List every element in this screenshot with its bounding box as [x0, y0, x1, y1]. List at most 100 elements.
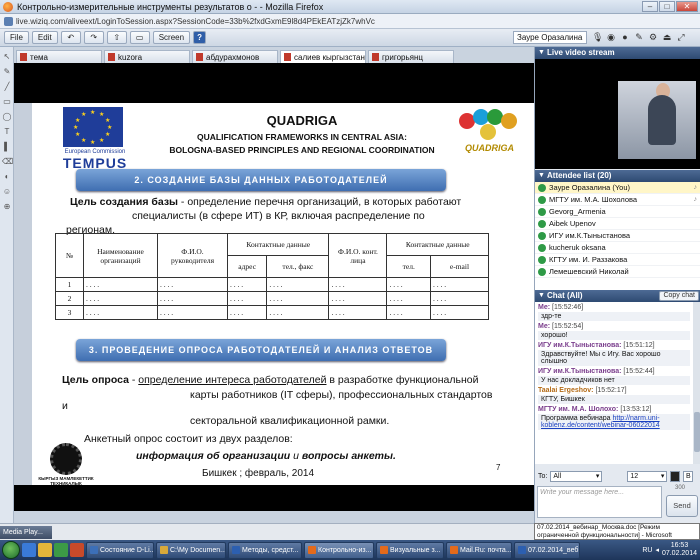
edit-menu-button[interactable]: Edit — [31, 31, 58, 44]
table-row: 1 . . . . . . . . . . . . . . . . . . . … — [55, 277, 490, 292]
attendee-item[interactable]: Лемешевский Николай — [535, 266, 700, 278]
window-controls: – □ ✕ — [642, 1, 698, 12]
collapse-icon[interactable]: ▼ — [538, 170, 545, 182]
smiley-icon[interactable]: ☺ — [2, 186, 12, 197]
attendee-item[interactable]: Зауре Оразалина (You) ♪ — [535, 182, 700, 194]
chat-scrollbar[interactable] — [693, 302, 700, 464]
pdf-icon — [284, 53, 291, 61]
tab-abdurakhmonov[interactable]: абдурахмонов — [192, 50, 278, 63]
taskbar-item[interactable]: 07.02.2014_веб... — [514, 541, 580, 559]
mic-icon: ♪ — [693, 184, 698, 191]
recipient-select[interactable]: All — [550, 470, 603, 482]
zoom-icon[interactable]: ⊕ — [2, 201, 12, 212]
attendee-item[interactable]: kucheruk oksana — [535, 242, 700, 254]
text-icon[interactable]: T — [2, 126, 12, 137]
ellipse-icon[interactable]: ◯ — [2, 111, 12, 122]
windows-taskbar: Состояние D-Li... C:\My Documen... Метод… — [0, 540, 700, 560]
eraser-icon[interactable]: ⌫ — [2, 156, 13, 167]
ie-icon[interactable] — [22, 543, 36, 557]
url-text: live.wiziq.com/aliveext/LoginToSession.a… — [16, 16, 375, 26]
chat-messages: Me: [15:52:46] здр-те Me: [15:52:54] хор… — [535, 302, 693, 464]
mic-icon[interactable]: 🎙 — [592, 32, 603, 43]
start-button[interactable] — [2, 541, 20, 559]
webcam-icon[interactable]: ◉ — [606, 32, 616, 43]
quadriga-logo: QUADRIGA — [457, 109, 527, 163]
attendee-item[interactable]: ИГУ им.К.Тыныстанова — [535, 230, 700, 242]
chat-message: Taalai Ergeshov: [15:52:17] КГТУ, Бишкек — [538, 387, 690, 404]
file-menu-button[interactable]: File — [4, 31, 29, 44]
collapse-icon[interactable]: ▼ — [538, 290, 545, 302]
taskbar-item[interactable]: Состояние D-Li... — [86, 541, 154, 559]
tab-saliev[interactable]: салиев кыргызстан× — [280, 50, 366, 63]
attendee-item[interactable]: МГТУ им. М.А. Шохолова ♪ — [535, 194, 700, 206]
language-indicator[interactable]: RU — [642, 547, 652, 554]
undo-icon[interactable]: ↶ — [60, 31, 81, 44]
text-color-icon[interactable] — [670, 470, 681, 482]
highlighter-icon[interactable]: ▌ — [2, 141, 12, 152]
maximize-button[interactable]: □ — [659, 1, 675, 12]
pointer-icon[interactable]: ↖ — [2, 51, 12, 62]
chat-message: Me: [15:52:46] здр-те — [538, 304, 690, 321]
exit-icon[interactable]: ⏏ — [662, 32, 672, 43]
explorer-icon[interactable] — [38, 543, 52, 557]
th-director: Ф.И.О. руководителя — [157, 233, 228, 278]
volume-icon[interactable]: ◂ — [655, 546, 659, 554]
chat-header[interactable]: ▼ Chat (All) Copy chat — [535, 290, 700, 302]
redo-icon[interactable]: ↷ — [83, 31, 104, 44]
user-icon — [538, 231, 546, 240]
tab-grigoryants[interactable]: григорьянц — [368, 50, 454, 63]
record-icon[interactable]: ● — [620, 32, 630, 43]
close-button[interactable]: ✕ — [676, 1, 698, 12]
goal-paragraph: Цель создания базы - определение перечня… — [70, 195, 510, 209]
attendee-list-header[interactable]: ▼ Attendee list (20) — [535, 170, 700, 182]
send-button[interactable]: Send — [666, 495, 698, 517]
goal-label: Цель создания базы — [70, 196, 178, 208]
video-panel-header[interactable]: ▼ Live video stream — [535, 47, 700, 59]
image-icon[interactable]: ▭ — [129, 31, 150, 44]
media-icon[interactable] — [54, 543, 68, 557]
attendee-item[interactable]: Gevorg_Armenia — [535, 206, 700, 218]
taskbar-item[interactable]: Визуальные з... — [376, 541, 444, 559]
clock[interactable]: 16:53 07.02.2014 — [662, 542, 697, 558]
media-player-button[interactable]: Media Play... — [0, 526, 52, 539]
fullscreen-icon[interactable]: ⤢ — [676, 32, 686, 43]
user-icon — [538, 195, 546, 204]
upload-icon[interactable]: ⇧ — [106, 31, 127, 44]
rectangle-icon[interactable]: ▭ — [2, 96, 12, 107]
status-bar: Media Play... — [0, 523, 534, 540]
minimize-button[interactable]: – — [642, 1, 658, 12]
screen-share-button[interactable]: Screen — [152, 31, 191, 44]
right-panel: ▼ Live video stream ▼ Attendee list (20)… — [534, 47, 700, 523]
collapse-icon[interactable]: ▼ — [538, 47, 545, 59]
chat-message: МГТУ им. М.А. Шолохо: [13:53:12] Програм… — [538, 406, 690, 430]
font-size-select[interactable]: 12 — [627, 470, 668, 482]
chat-input[interactable]: Write your message here... — [537, 486, 662, 518]
th-num: № — [55, 233, 84, 278]
user-icon — [538, 267, 546, 276]
help-button[interactable]: ? — [193, 31, 207, 44]
pencil-icon[interactable]: ✎ — [2, 66, 12, 77]
taskbar-tooltip: 07.02.2014_вебинар_Москва.doc [Режим огр… — [534, 523, 700, 540]
taskbar-item[interactable]: Mail.Ru: почта... — [446, 541, 512, 559]
copy-chat-button[interactable]: Copy chat — [659, 291, 699, 301]
tab-tema[interactable]: тема — [16, 50, 102, 63]
line-icon[interactable]: ╱ — [2, 81, 12, 92]
taskbar-item[interactable]: Контрольно-из... — [304, 541, 374, 559]
bold-icon[interactable]: B — [683, 470, 694, 482]
chat-message: Me: [15:52:54] хорошо! — [538, 323, 690, 340]
app-icon[interactable] — [70, 543, 84, 557]
attendee-list: Зауре Оразалина (You) ♪ МГТУ им. М.А. Шох… — [535, 182, 700, 290]
section-banner-2: 2. СОЗДАНИЕ БАЗЫ ДАННЫХ РАБОТОДАТЕЛЕЙ — [76, 169, 446, 191]
address-bar[interactable]: live.wiziq.com/aliveext/LoginToSession.a… — [0, 14, 700, 29]
taskbar-item[interactable]: C:\My Documen... — [156, 541, 226, 559]
window-titlebar: Контрольно-измерительные инструменты рез… — [0, 0, 700, 14]
tab-kuzora[interactable]: kuzora — [104, 50, 190, 63]
attendee-item[interactable]: КГТУ им. И. Раззакова — [535, 254, 700, 266]
attendee-item[interactable]: Aibek Upenov — [535, 218, 700, 230]
taskbar-item[interactable]: Методы, средст... — [228, 541, 302, 559]
gear-icon[interactable]: ⚙ — [648, 32, 658, 43]
table-row: 3 . . . . . . . . . . . . . . . . . . . … — [55, 305, 490, 320]
pen-icon[interactable]: ✎ — [634, 32, 644, 43]
char-counter: 300 — [675, 485, 686, 491]
color-icon[interactable]: ◐ — [2, 171, 12, 182]
